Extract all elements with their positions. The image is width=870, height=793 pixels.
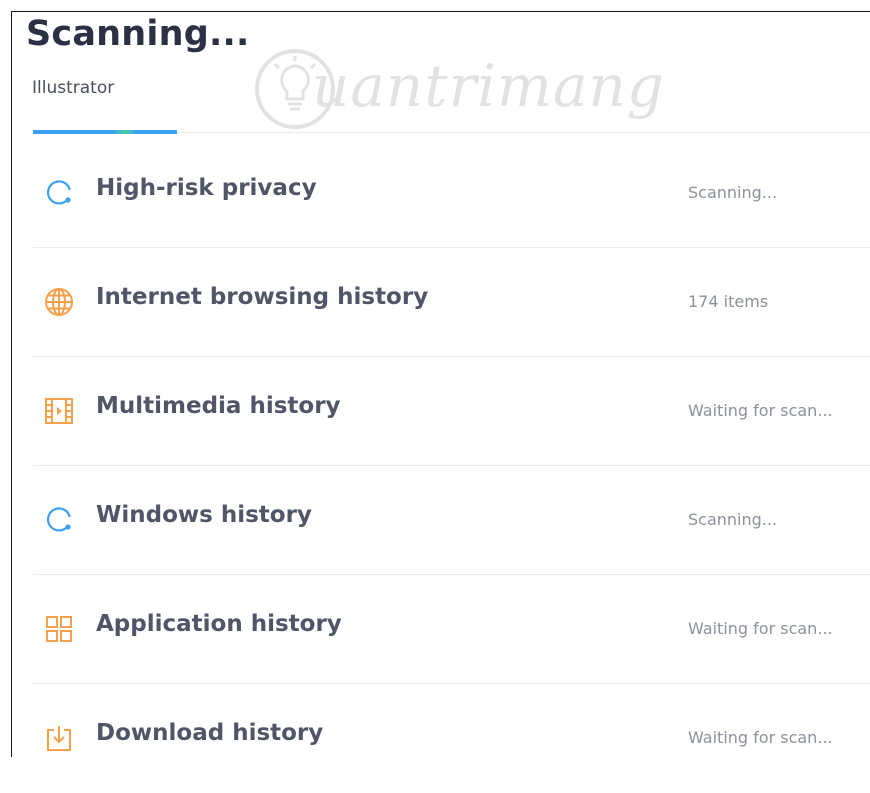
scan-item-label: Internet browsing history xyxy=(96,284,429,310)
page-title: Scanning... xyxy=(26,14,250,54)
scan-item-status: Scanning... xyxy=(688,183,778,202)
scan-item-label: Multimedia history xyxy=(96,393,341,419)
scan-item-windows-history[interactable]: Windows history Scanning... xyxy=(33,466,870,575)
spinner-icon xyxy=(46,180,71,205)
scan-item-label: Application history xyxy=(96,611,342,637)
download-icon xyxy=(47,726,71,751)
scan-item-internet-browsing-history[interactable]: Internet browsing history 174 items xyxy=(33,248,870,357)
scan-item-download-history[interactable]: Download history Waiting for scan... xyxy=(33,684,870,793)
scan-item-status: Waiting for scan... xyxy=(688,401,833,420)
watermark-logo: uantrimang xyxy=(250,44,670,134)
scan-item-multimedia-history[interactable]: Multimedia history Waiting for scan... xyxy=(33,357,870,466)
scan-item-label: High-risk privacy xyxy=(96,175,317,201)
scan-window: Scanning... Illustrator uantrimang High-… xyxy=(11,11,870,757)
scan-progress-bar xyxy=(33,130,177,134)
scan-item-label: Windows history xyxy=(96,502,312,528)
spinner-icon xyxy=(46,507,71,532)
scan-item-application-history[interactable]: Application history Waiting for scan... xyxy=(33,575,870,684)
scan-category-list: High-risk privacy Scanning... Internet b… xyxy=(33,139,870,793)
scan-item-status: Scanning... xyxy=(688,510,778,529)
scan-item-high-risk-privacy[interactable]: High-risk privacy Scanning... xyxy=(33,139,870,248)
watermark-text: uantrimang xyxy=(312,52,665,120)
scan-item-status: 174 items xyxy=(688,292,769,311)
scan-item-label: Download history xyxy=(96,720,324,746)
film-icon xyxy=(45,398,73,424)
apps-grid-icon xyxy=(46,616,72,642)
scan-item-status: Waiting for scan... xyxy=(688,728,833,747)
current-app-label: Illustrator xyxy=(32,78,115,98)
scan-item-status: Waiting for scan... xyxy=(688,619,833,638)
globe-icon xyxy=(45,288,73,316)
